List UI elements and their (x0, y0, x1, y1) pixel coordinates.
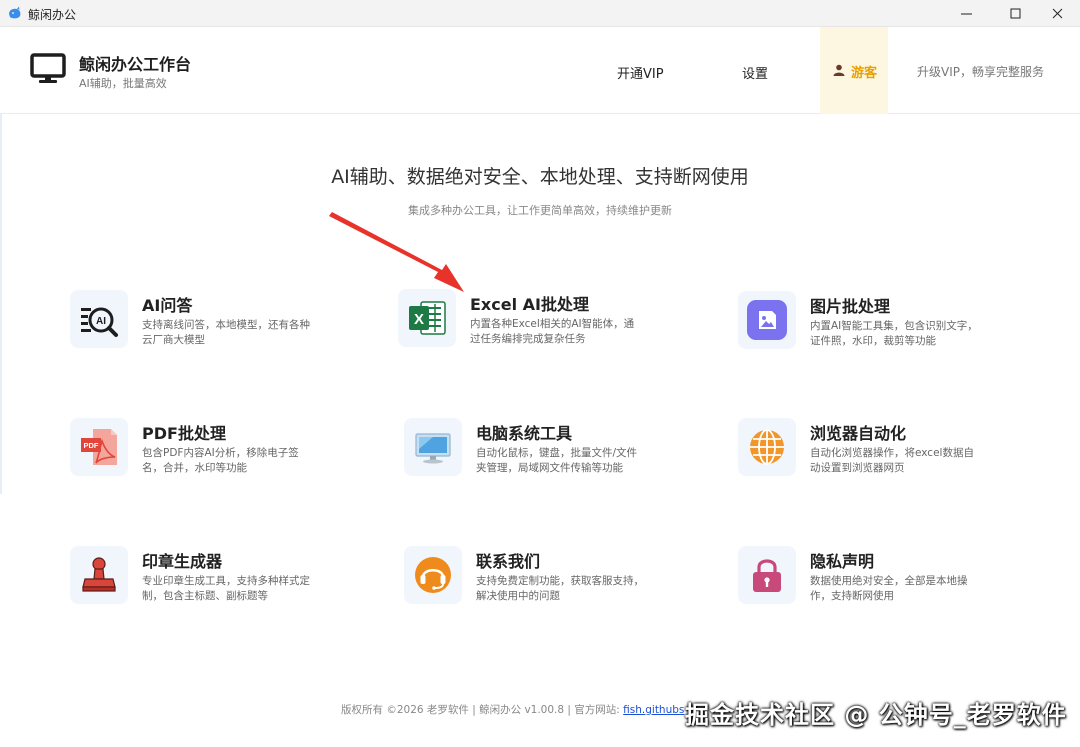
guest-label: 游客 (851, 66, 878, 81)
svg-text:AI: AI (96, 316, 106, 327)
excel-icon: X (409, 301, 446, 335)
card-title: 联系我们 (476, 552, 541, 571)
globe-icon (750, 429, 784, 465)
svg-text:PDF: PDF (84, 441, 99, 450)
app-subtitle: AI辅助，批量高效 (79, 77, 167, 90)
hero-title: AI辅助、数据绝对安全、本地处理、支持断网使用 (331, 166, 749, 188)
app-title: 鲸闲办公工作台 (79, 55, 192, 74)
hero-subtitle: 集成多种办公工具，让工作更简单高效，持续维护更新 (408, 204, 672, 217)
image-icon (747, 300, 787, 340)
card-title: 图片批处理 (810, 297, 891, 316)
red-pointer-arrow-icon (329, 212, 464, 292)
card-description: 内置AI智能工具集，包含识别文字，证件照，水印，裁剪等功能 (810, 320, 978, 347)
card-description: 内置各种Excel相关的AI智能体，通过任务编排完成复杂任务 (470, 318, 635, 345)
card-icon-box: PDF (70, 418, 128, 476)
maximize-icon (1010, 8, 1020, 19)
footer-text: 版权所有 ©2026 老罗软件 | 鲸闲办公 v1.00.8 | 官方网站: (341, 704, 624, 716)
card-title: 隐私声明 (810, 552, 875, 571)
card-title: PDF批处理 (142, 424, 226, 443)
upgrade-vip-link[interactable]: 升级VIP，畅享完整服务 (917, 63, 1044, 80)
card-icon-box (404, 546, 462, 604)
app-header: 鲸闲办公工作台 AI辅助，批量高效 开通VIP 设置 游客 升级VIP，畅享完整… (0, 27, 1080, 114)
card-icon-box (404, 418, 462, 476)
whale-app-icon (9, 6, 21, 19)
card-image-batch[interactable]: 图片批处理 内置AI智能工具集，包含识别文字，证件照，水印，裁剪等功能 (738, 291, 1038, 371)
card-description: 专业印章生成工具，支持多种样式定制，包含主标题、副标题等 (142, 575, 310, 602)
card-icon-box (70, 546, 128, 604)
card-icon-box (738, 546, 796, 604)
card-browser-automation[interactable]: 浏览器自动化 自动化浏览器操作，将excel数据自动设置到浏览器网页 (738, 418, 1038, 498)
headset-icon (415, 557, 451, 593)
card-icon-box (738, 418, 796, 476)
window-title: 鲸闲办公 (28, 8, 77, 22)
monitor-icon (415, 433, 451, 464)
card-title: AI问答 (142, 296, 193, 315)
card-description: 支持离线问答，本地模型，还有各种云厂商大模型 (142, 319, 310, 346)
card-stamp-generator[interactable]: 印章生成器 专业印章生成工具，支持多种样式定制，包含主标题、副标题等 (70, 546, 370, 626)
minimize-button[interactable] (943, 0, 989, 27)
stamp-icon (82, 557, 116, 592)
card-description: 自动化浏览器操作，将excel数据自动设置到浏览器网页 (810, 447, 974, 474)
card-pdf-batch[interactable]: PDF PDF批处理 包含PDF内容AI分析，移除电子签名，合并，水印等功能 (70, 418, 370, 498)
card-title: Excel AI批处理 (470, 295, 589, 314)
nav-settings[interactable]: 设置 (742, 63, 768, 82)
card-excel-ai-batch[interactable]: X Excel AI批处理 内置各种Excel相关的AI智能体，通过任务编排完成… (398, 289, 698, 369)
card-icon-box: AI (70, 290, 128, 348)
user-icon (833, 64, 845, 76)
card-ai-qa[interactable]: AI AI问答 支持离线问答，本地模型，还有各种云厂商大模型 (70, 290, 370, 370)
guest-user-button[interactable]: 游客 (820, 27, 888, 114)
maximize-button[interactable] (992, 0, 1038, 27)
card-icon-box: X (398, 289, 456, 347)
close-button[interactable] (1034, 0, 1080, 27)
card-system-tools[interactable]: 电脑系统工具 自动化鼠标，键盘，批量文件/文件夹管理，局域网文件传输等功能 (404, 418, 704, 498)
nav-open-vip[interactable]: 开通VIP (617, 63, 664, 82)
official-site-link[interactable]: fish.githubs (623, 704, 684, 716)
card-icon-box (738, 291, 796, 349)
card-title: 印章生成器 (142, 552, 223, 571)
card-description: 支持免费定制功能，获取客服支持，解决使用中的问题 (476, 575, 644, 602)
card-description: 自动化鼠标，键盘，批量文件/文件夹管理，局域网文件传输等功能 (476, 447, 638, 474)
footer-copyright: 版权所有 ©2026 老罗软件 | 鲸闲办公 v1.00.8 | 官方网站: f… (341, 702, 684, 717)
pdf-icon: PDF (81, 429, 117, 465)
close-icon (1052, 8, 1062, 19)
card-description: 包含PDF内容AI分析，移除电子签名，合并，水印等功能 (142, 447, 299, 474)
card-contact-us[interactable]: 联系我们 支持免费定制功能，获取客服支持，解决使用中的问题 (404, 546, 704, 626)
window-titlebar: 鲸闲办公 (0, 0, 1080, 27)
desktop-monitor-icon (30, 53, 66, 83)
card-privacy-statement[interactable]: 隐私声明 数据使用绝对安全，全部是本地操作，支持断网使用 (738, 546, 1038, 626)
card-title: 电脑系统工具 (476, 424, 573, 443)
card-description: 数据使用绝对安全，全部是本地操作，支持断网使用 (810, 575, 968, 602)
card-title: 浏览器自动化 (810, 424, 907, 443)
lock-icon (753, 559, 781, 592)
ai-chat-icon: AI (81, 307, 118, 337)
minimize-icon (960, 13, 972, 15)
watermark-text: 掘金技术社区 @ 公钟号_老罗软件 (685, 701, 1067, 729)
svg-text:X: X (414, 311, 424, 328)
